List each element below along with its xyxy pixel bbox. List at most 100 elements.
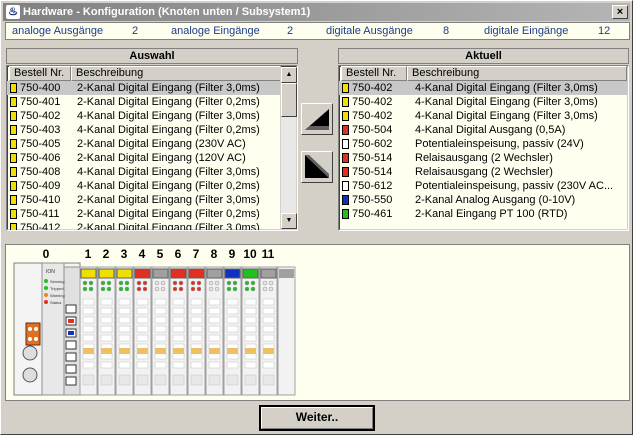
list-item[interactable]: 750-405 2-Kanal Digital Eingang (230V AC) [7,137,281,151]
digital-in-label: digitale Eingänge [484,25,569,37]
module-color-swatch [342,153,349,163]
order-number: 750-405 [20,138,61,150]
list-item[interactable]: 750-514 Relaisausgang (2 Wechsler) [339,165,628,179]
io-module-color-header [170,268,187,279]
order-number: 750-402 [20,110,61,122]
order-number: 750-401 [20,96,61,108]
close-button[interactable]: × [612,5,628,19]
order-number: 750-402 [352,82,393,94]
list-item[interactable]: 750-612 Potentialeinspeisung, passiv (230… [339,179,628,193]
description: 2-Kanal Digital Eingang (Filter 3,0ms) [77,222,260,231]
description: 2-Kanal Digital Eingang (Filter 0,2ms) [77,208,260,220]
aktuell-col-nr[interactable]: Bestell Nr. [341,66,407,81]
list-item[interactable]: 750-514 Relaisausgang (2 Wechsler) [339,151,628,165]
digital-out-label: digitale Ausgänge [326,25,413,37]
list-item[interactable]: 750-408 4-Kanal Digital Eingang (Filter 3… [7,165,281,179]
list-item[interactable]: 750-401 2-Kanal Digital Eingang (Filter 0… [7,95,281,109]
order-number: 750-402 [352,110,393,122]
description: Potentialeinspeisung, passiv (24V) [415,138,584,150]
module-color-swatch [10,195,17,205]
module-color-swatch [10,97,17,107]
module-color-swatch [342,97,349,107]
analog-out-count: 2 [132,25,139,37]
aktuell-col-desc[interactable]: Beschreibung [407,66,627,81]
io-module-color-header [152,268,169,279]
analog-in-label: analoge Eingänge [171,25,260,37]
io-module-color-header [98,268,115,279]
digital-out-count: 8 [443,25,450,37]
description: 2-Kanal Digital Eingang (Filter 3,0ms) [77,82,260,94]
scroll-up-icon[interactable]: ▲ [281,67,297,83]
next-button[interactable]: Weiter.. [259,405,375,431]
order-number: 750-406 [20,152,61,164]
app-flame-icon: ♨ [6,5,20,19]
list-item[interactable]: 750-406 2-Kanal Digital Eingang (120V AC) [7,151,281,165]
coupler-led-label: Tripped [50,286,63,291]
coupler-led-label: Warning [50,293,65,298]
order-number: 750-602 [352,138,393,150]
window-title: Hardware - Konfiguration (Knoten unten /… [23,6,311,18]
module-color-swatch [10,125,17,135]
list-item[interactable]: 750-409 4-Kanal Digital Eingang (Filter 0… [7,179,281,193]
description: 4-Kanal Digital Eingang (Filter 3,0ms) [415,96,598,108]
order-number: 750-514 [352,166,393,178]
module-color-swatch [342,83,349,93]
description: 4-Kanal Digital Eingang (Filter 0,2ms) [77,124,260,136]
title-bar[interactable]: ♨ Hardware - Konfiguration (Knoten unten… [3,3,630,21]
module-color-swatch [10,167,17,177]
auswahl-list[interactable]: Bestell Nr. Beschreibung 750-400 2-Kanal … [6,65,298,231]
order-number: 750-612 [352,180,393,192]
scroll-down-icon[interactable]: ▼ [281,213,297,229]
module-color-swatch [10,83,17,93]
coupler-label: ION [46,269,55,275]
end-module [277,266,296,396]
aktuell-list[interactable]: Bestell Nr. Beschreibung 750-402 4-Kanal … [338,65,629,231]
list-item[interactable]: 750-402 4-Kanal Digital Eingang (Filter 3… [339,109,628,123]
description: 2-Kanal Analog Ausgang (0-10V) [415,194,576,206]
scroll-thumb[interactable] [281,83,297,117]
order-number: 750-403 [20,124,61,136]
coupler-led [44,300,48,304]
module-color-swatch [10,223,17,230]
module-color-swatch [10,181,17,191]
list-item[interactable]: 750-550 2-Kanal Analog Ausgang (0-10V) [339,193,628,207]
remove-module-button[interactable] [301,151,333,183]
coupler-led-label: Sensing [50,279,64,284]
coupler-led [44,279,48,283]
coupler-led [44,293,48,297]
order-number: 750-514 [352,152,393,164]
list-item[interactable]: 750-403 4-Kanal Digital Eingang (Filter 0… [7,123,281,137]
auswahl-col-desc[interactable]: Beschreibung [71,66,281,81]
order-number: 750-412 [20,222,61,231]
coupler-led [44,286,48,290]
description: Potentialeinspeisung, passiv (230V AC... [415,180,614,192]
auswahl-scrollbar[interactable]: ▲ ▼ [280,67,297,229]
description: 2-Kanal Digital Eingang (Filter 3,0ms) [77,194,260,206]
rotary-switch [22,345,38,361]
description: 4-Kanal Digital Eingang (Filter 0,2ms) [77,180,260,192]
io-module-color-header [260,268,277,279]
list-item[interactable]: 750-400 2-Kanal Digital Eingang (Filter 3… [7,81,281,95]
list-item[interactable]: 750-412 2-Kanal Digital Eingang (Filter 3… [7,221,281,231]
list-item[interactable]: 750-410 2-Kanal Digital Eingang (Filter 3… [7,193,281,207]
add-module-button[interactable] [301,103,333,135]
list-item[interactable]: 750-602 Potentialeinspeisung, passiv (24V… [339,137,628,151]
auswahl-title: Auswahl [6,48,298,64]
list-item[interactable]: 750-402 4-Kanal Digital Eingang (Filter 3… [339,81,628,95]
order-number: 750-408 [20,166,61,178]
list-item[interactable]: 750-411 2-Kanal Digital Eingang (Filter 0… [7,207,281,221]
description: Relaisausgang (2 Wechsler) [415,166,553,178]
io-module-color-header [242,268,259,279]
arrow-right-icon [305,109,329,130]
rack-drawing: ION Sensing Tripped Warning Status [13,262,296,396]
list-item[interactable]: 750-461 2-Kanal Eingang PT 100 (RTD) [339,207,628,221]
module-color-swatch [10,209,17,219]
analog-out-label: analoge Ausgänge [12,25,104,37]
auswahl-rows: 750-400 2-Kanal Digital Eingang (Filter 3… [7,81,281,231]
list-item[interactable]: 750-402 4-Kanal Digital Eingang (Filter 3… [339,95,628,109]
auswahl-col-nr[interactable]: Bestell Nr. [9,66,71,81]
io-summary-bar: analoge Ausgänge 2 analoge Eingänge 2 di… [5,22,630,40]
description: 4-Kanal Digital Ausgang (0,5A) [415,124,566,136]
list-item[interactable]: 750-504 4-Kanal Digital Ausgang (0,5A) [339,123,628,137]
list-item[interactable]: 750-402 4-Kanal Digital Eingang (Filter 3… [7,109,281,123]
